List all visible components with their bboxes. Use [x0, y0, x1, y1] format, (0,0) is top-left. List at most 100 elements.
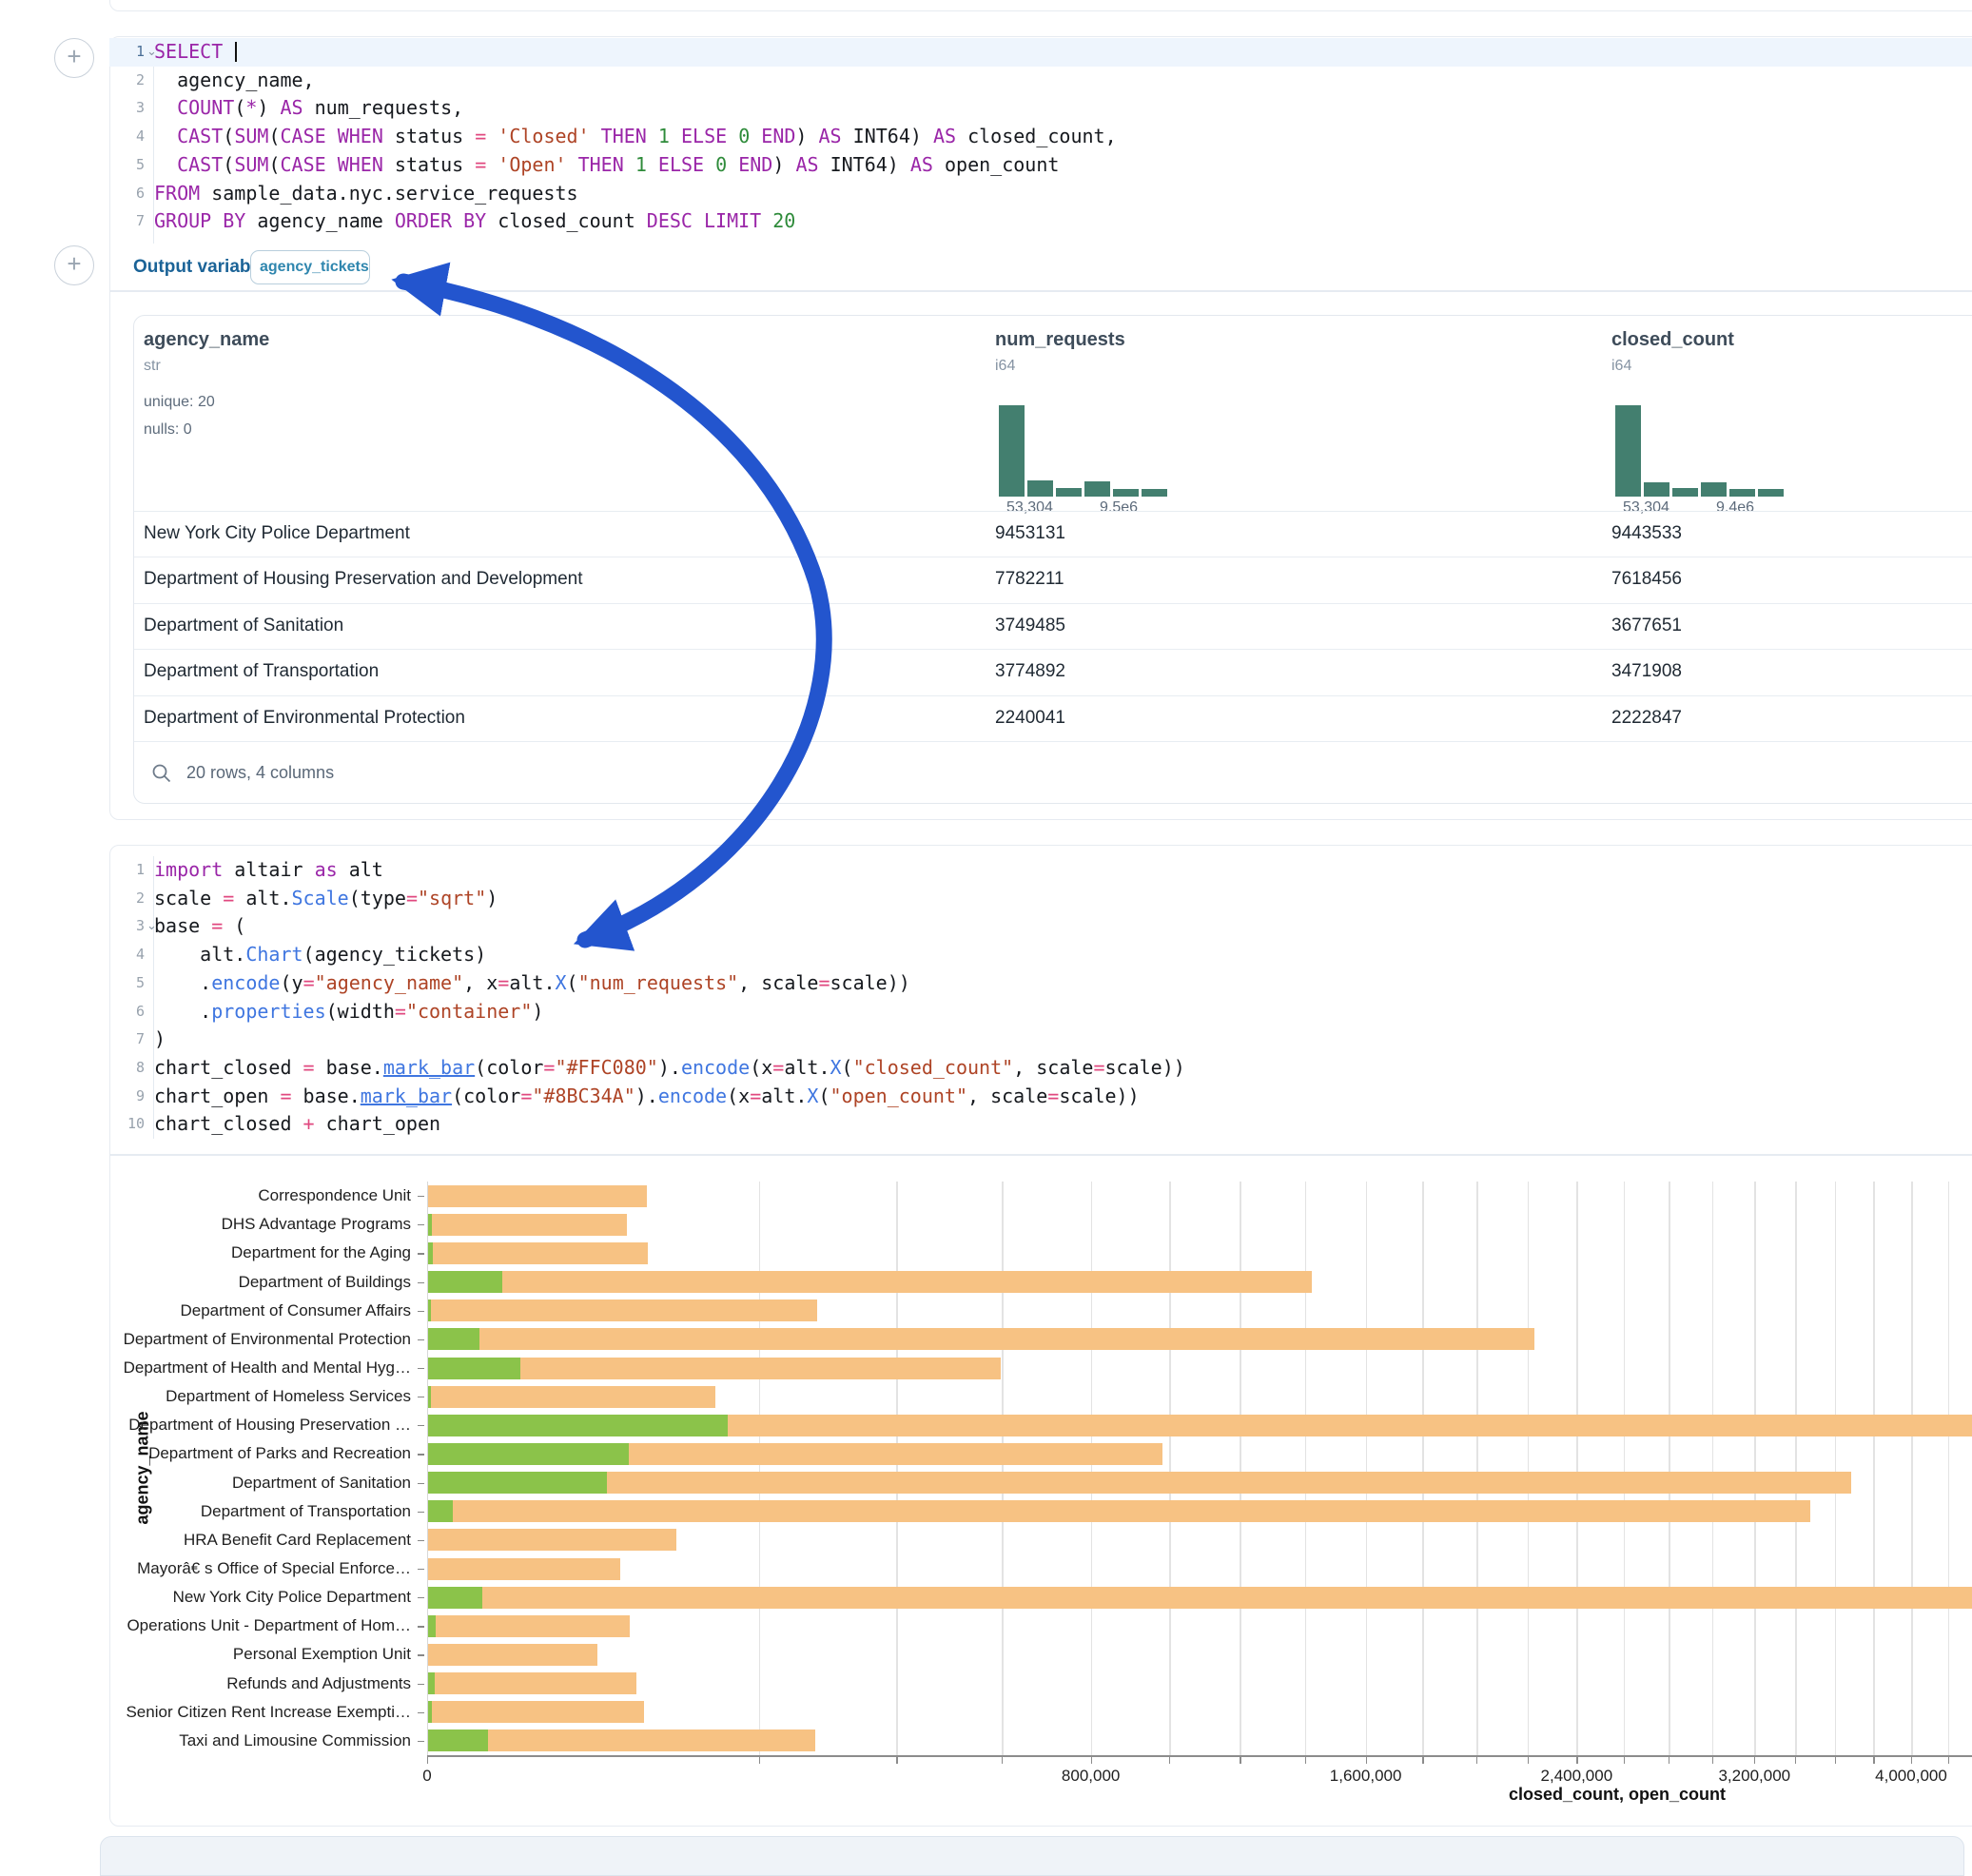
axis-tick: [759, 1757, 760, 1764]
x-tick-label: 800,000: [1062, 1767, 1120, 1786]
grid-line: [1169, 1182, 1171, 1755]
y-axis-label: Taxi and Limousine Commission: [0, 1731, 411, 1750]
y-axis-label: Department of Parks and Recreation: [0, 1444, 411, 1463]
grid-line: [1835, 1182, 1837, 1755]
y-axis-tick: [418, 1253, 424, 1254]
y-axis-tick: [418, 1684, 424, 1685]
bar-closed: [428, 1672, 636, 1694]
grid-line: [1754, 1182, 1756, 1755]
bar-open: [428, 1328, 479, 1350]
x-tick-label: 4,000,000: [1875, 1767, 1947, 1786]
bar-open: [428, 1415, 728, 1436]
grid-line: [1669, 1182, 1670, 1755]
bar-open: [428, 1242, 433, 1264]
axis-tick: [1002, 1757, 1003, 1764]
y-axis-tick: [418, 1741, 424, 1742]
bar-closed: [428, 1185, 647, 1207]
y-axis-tick: [418, 1540, 424, 1541]
grid-line: [759, 1182, 761, 1755]
grid-line: [1305, 1182, 1307, 1755]
axis-tick: [1873, 1757, 1874, 1764]
y-axis-tick: [418, 1654, 424, 1655]
y-axis-label: Department of Consumer Affairs: [0, 1301, 411, 1320]
bar-open: [428, 1701, 432, 1723]
y-axis-tick: [418, 1512, 424, 1513]
axis-tick: [1091, 1757, 1092, 1764]
grid-line: [1795, 1182, 1797, 1755]
bar-open: [428, 1358, 520, 1379]
bar-closed: [428, 1328, 1534, 1350]
bar-open: [428, 1472, 607, 1494]
bar-closed: [428, 1300, 817, 1321]
axis-tick: [1528, 1757, 1529, 1764]
x-axis-title: closed_count, open_count: [1509, 1785, 1726, 1805]
bar-open: [428, 1672, 435, 1694]
axis-tick: [1795, 1757, 1796, 1764]
axis-tick: [427, 1757, 428, 1764]
bar-closed: [428, 1558, 620, 1580]
y-axis-label: Department of Buildings: [0, 1273, 411, 1292]
x-tick-label: 3,200,000: [1718, 1767, 1790, 1786]
bar-closed: [428, 1529, 676, 1551]
y-axis-tick: [418, 1339, 424, 1340]
axis-tick: [1576, 1757, 1577, 1764]
bar-open: [428, 1587, 482, 1609]
bar-closed: [428, 1271, 1312, 1293]
y-axis-tick: [418, 1368, 424, 1369]
y-axis-tick: [418, 1282, 424, 1283]
bar-open: [428, 1615, 436, 1637]
x-axis-line: [427, 1755, 1972, 1757]
y-axis-tick: [418, 1311, 424, 1312]
axis-tick: [1422, 1757, 1423, 1764]
axis-tick: [1476, 1757, 1477, 1764]
y-axis-tick: [418, 1597, 424, 1598]
y-axis-tick: [418, 1483, 424, 1484]
grid-line: [896, 1182, 898, 1755]
axis-tick: [1754, 1757, 1755, 1764]
y-axis-line: [427, 1182, 428, 1755]
grid-line: [1624, 1182, 1626, 1755]
y-axis-label: Senior Citizen Rent Increase Exempti…: [0, 1703, 411, 1722]
axis-tick: [1948, 1757, 1949, 1764]
axis-tick: [1835, 1757, 1836, 1764]
grid-line: [1002, 1182, 1004, 1755]
y-axis-label: New York City Police Department: [0, 1588, 411, 1607]
bar-closed: [428, 1242, 648, 1264]
bar-closed: [428, 1615, 630, 1637]
y-axis-label: Personal Exemption Unit: [0, 1645, 411, 1664]
notebook-page: { "colors": { "keyword": "#9A26A8", "str…: [0, 0, 1972, 1849]
axis-tick: [1624, 1757, 1625, 1764]
bar-closed: [428, 1500, 1810, 1522]
bar-closed: [428, 1587, 1972, 1609]
x-tick-label: 1,600,000: [1330, 1767, 1402, 1786]
bar-open: [428, 1729, 488, 1751]
grid-line: [1422, 1182, 1424, 1755]
grid-line: [1911, 1182, 1913, 1755]
y-axis-label: Department of Sanitation: [0, 1474, 411, 1493]
axis-tick: [896, 1757, 897, 1764]
y-axis-tick: [418, 1224, 424, 1225]
y-axis-label: Department of Transportation: [0, 1502, 411, 1521]
y-axis-tick: [418, 1196, 424, 1197]
y-axis-label: Department for the Aging: [0, 1243, 411, 1262]
bar-closed: [428, 1701, 644, 1723]
y-axis-tick: [418, 1425, 424, 1426]
axis-tick: [1911, 1757, 1912, 1764]
axis-tick: [1305, 1757, 1306, 1764]
axis-tick: [1169, 1757, 1170, 1764]
y-axis-label: Department of Health and Mental Hyg…: [0, 1358, 411, 1378]
y-axis-tick: [418, 1569, 424, 1570]
y-axis-label: Department of Housing Preservation …: [0, 1416, 411, 1435]
grid-line: [1091, 1182, 1093, 1755]
bar-closed: [428, 1472, 1851, 1494]
bar-open: [428, 1443, 629, 1465]
y-axis-label: Refunds and Adjustments: [0, 1674, 411, 1693]
y-axis-label: HRA Benefit Card Replacement: [0, 1531, 411, 1550]
y-axis-label: Mayorâ€ s Office of Special Enforce…: [0, 1559, 411, 1578]
bar-open: [428, 1271, 502, 1293]
y-axis-tick: [418, 1712, 424, 1713]
next-cell-edge: [100, 1836, 1964, 1876]
y-axis-label: Department of Environmental Protection: [0, 1330, 411, 1349]
bar-closed: [428, 1214, 627, 1236]
y-axis-label: Operations Unit - Department of Hom…: [0, 1616, 411, 1635]
